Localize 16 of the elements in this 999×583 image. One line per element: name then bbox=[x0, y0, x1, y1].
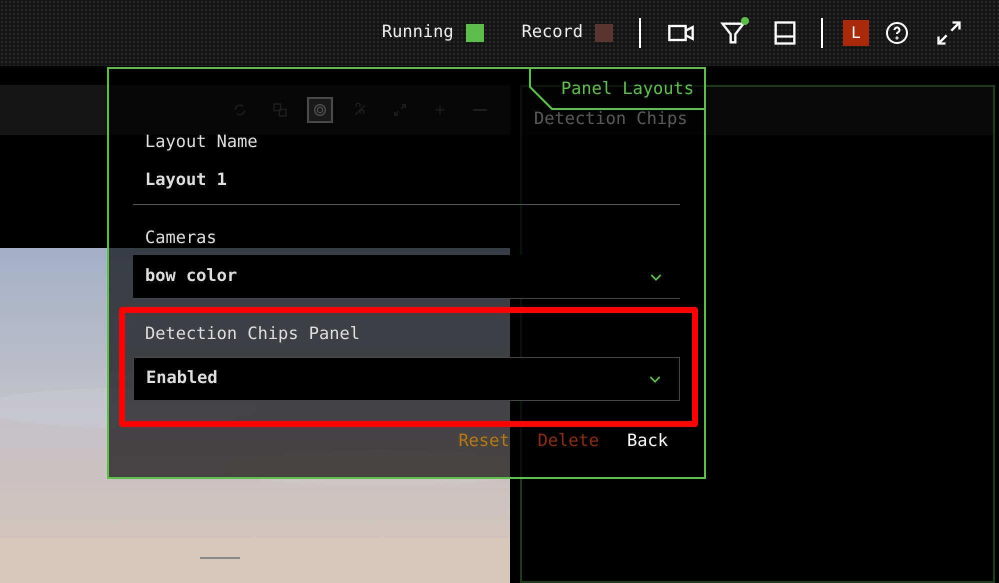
back-button[interactable]: Back bbox=[627, 429, 668, 454]
status-label: Running bbox=[382, 21, 454, 44]
target-button[interactable] bbox=[307, 97, 333, 123]
user-avatar[interactable]: L bbox=[843, 20, 869, 46]
help-icon[interactable] bbox=[885, 21, 909, 45]
field-label: Detection Chips Panel bbox=[144, 323, 361, 346]
dropdown-field[interactable]: bow color bbox=[133, 255, 680, 299]
field-label: Cameras bbox=[144, 227, 218, 250]
dropdown-field[interactable]: Enabled bbox=[133, 357, 680, 401]
status-label: Record bbox=[522, 21, 583, 44]
text-field[interactable]: Layout 1 bbox=[133, 163, 680, 205]
target-icon bbox=[312, 102, 328, 118]
panel-title: Detection Chips bbox=[534, 108, 688, 130]
fullscreen-icon[interactable] bbox=[935, 19, 963, 47]
dialog-tab[interactable]: Panel Layouts bbox=[529, 67, 706, 111]
field-label: Layout Name bbox=[144, 131, 259, 154]
